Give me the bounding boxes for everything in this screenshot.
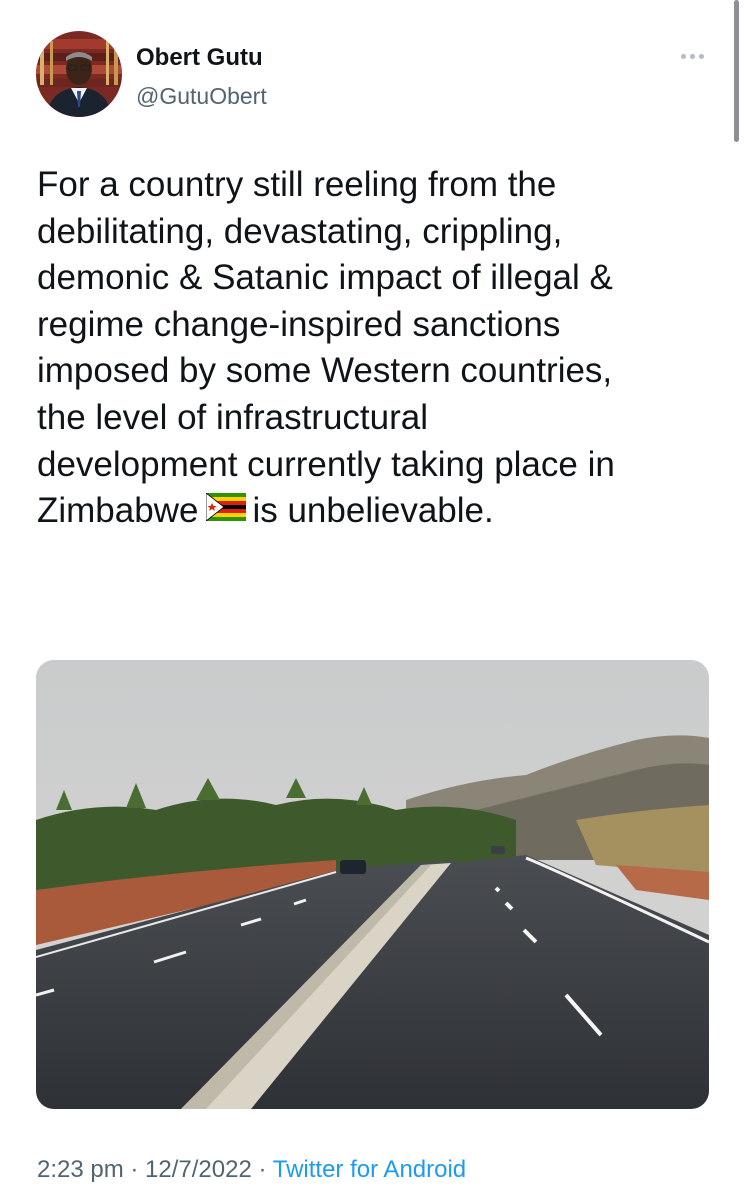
zimbabwe-flag-icon	[206, 487, 247, 534]
tweet-word: is unbelievable.	[252, 491, 494, 531]
tweet-line: the level of infrastructural	[37, 397, 429, 437]
tweet-line: imposed by some Western countries,	[37, 351, 613, 391]
separator: ·	[251, 1156, 273, 1183]
tweet-line: regime change-inspired sanctions	[37, 304, 561, 344]
scrollbar[interactable]	[734, 0, 739, 142]
author-handle[interactable]: @GutuObert	[136, 82, 267, 110]
tweet-line: For a country still reeling from the	[37, 165, 557, 204]
tweet-line: development currently taking place in	[37, 444, 615, 484]
author-name[interactable]: Obert Gutu	[136, 44, 263, 72]
tweet-word: Zimbabwe	[37, 491, 199, 531]
tweet-meta: 2:23 pm · 12/7/2022 · Twitter for Androi…	[37, 1154, 466, 1186]
tweet-line: debilitating, devastating, crippling,	[37, 211, 563, 251]
more-options-button[interactable]	[672, 44, 712, 68]
separator: ·	[123, 1156, 146, 1183]
tweet-time[interactable]: 2:23 pm	[37, 1156, 124, 1183]
tweet-text: For a country still reeling from the deb…	[37, 162, 717, 536]
avatar[interactable]	[36, 31, 122, 117]
tweet-date[interactable]: 12/7/2022	[145, 1156, 252, 1183]
tweet-line: demonic & Satanic impact of illegal &	[37, 258, 613, 298]
tweet-source-link[interactable]: Twitter for Android	[273, 1156, 466, 1183]
tweet-line-last: Zimbabwe is unbelievable.	[37, 488, 717, 536]
more-horizontal-icon	[680, 53, 686, 59]
tweet-media-photo[interactable]	[36, 660, 709, 1109]
